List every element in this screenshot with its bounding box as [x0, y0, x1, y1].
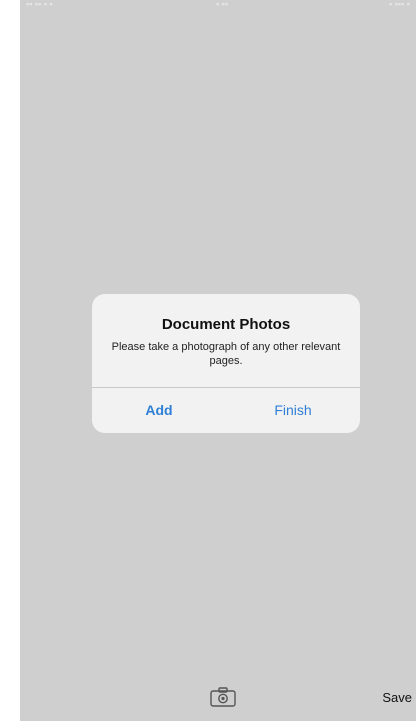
bottom-toolbar: Save — [20, 677, 416, 721]
alert-title: Document Photos — [161, 316, 291, 333]
add-button[interactable]: Add — [92, 388, 226, 433]
status-bar: ▪▪ ▪▪ ▪ ▪ ▪ ▪▪ ▪ ▪▪▪ ▪ — [20, 0, 416, 14]
camera-button[interactable] — [210, 687, 236, 707]
finish-button[interactable]: Finish — [226, 388, 360, 433]
status-bar-right: ▪ ▪▪▪ ▪ — [389, 0, 410, 9]
save-button[interactable]: Save — [382, 690, 412, 705]
status-bar-time: ▪ ▪▪ — [216, 0, 229, 9]
alert-message: Please take a photograph of any other re… — [111, 341, 341, 367]
status-bar-left: ▪▪ ▪▪ ▪ ▪ — [26, 0, 53, 9]
camera-icon — [210, 687, 236, 707]
app-screen: ▪▪ ▪▪ ▪ ▪ ▪ ▪▪ ▪ ▪▪▪ ▪ Document Photos P… — [20, 0, 416, 721]
document-photos-alert: Document Photos Please take a photograph… — [92, 294, 360, 433]
